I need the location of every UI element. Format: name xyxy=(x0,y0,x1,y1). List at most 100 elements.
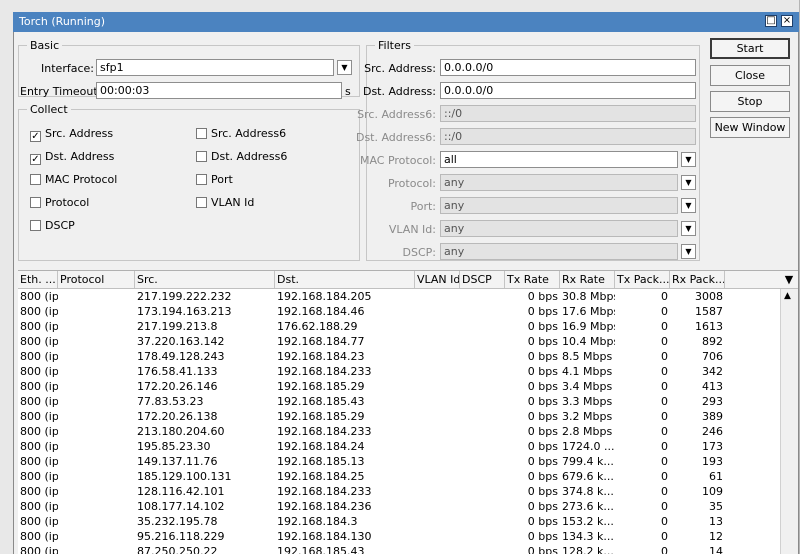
collect-src-address-checkbox[interactable]: ✓ Src. Address xyxy=(30,127,113,142)
col-src[interactable]: Src. xyxy=(135,271,275,288)
src-address-input[interactable]: 0.0.0.0/0 xyxy=(440,59,696,76)
col-dscp[interactable]: DSCP xyxy=(460,271,505,288)
cell-rx-rate: 799.4 k... xyxy=(562,455,614,468)
vlan-id-select[interactable]: any xyxy=(440,220,678,237)
table-row[interactable]: 800 (ip) 195.85.23.30 192.168.184.24 0 bps 1… xyxy=(18,439,780,454)
table-row[interactable]: 800 (ip) 173.194.163.213 192.168.184.46 0 b… xyxy=(18,304,780,319)
protocol-select[interactable]: any xyxy=(440,174,678,191)
interface-select[interactable]: sfp1 xyxy=(96,59,334,76)
cell-tx-packets: 0 xyxy=(661,500,668,513)
checkbox-empty-icon xyxy=(196,197,207,208)
cell-tx-packets: 0 xyxy=(661,410,668,423)
cell-eth: 800 (ip) xyxy=(20,455,58,468)
stop-button[interactable]: Stop xyxy=(710,91,790,112)
collect-vlan-id-checkbox[interactable]: VLAN Id xyxy=(196,196,254,209)
checkbox-label: Protocol xyxy=(45,196,90,209)
new-window-button[interactable]: New Window xyxy=(710,117,790,138)
cell-vlan xyxy=(415,364,460,379)
table-row[interactable]: 800 (ip) 217.199.213.8 176.62.188.29 0 bps 1… xyxy=(18,319,780,334)
table-row[interactable]: 800 (ip) 172.20.26.146 192.168.185.29 0 bps… xyxy=(18,379,780,394)
cell-tx-packets: 0 xyxy=(661,440,668,453)
dst-address-label: Dst. Address: xyxy=(362,85,436,98)
cell-rx-rate: 374.8 k... xyxy=(562,485,614,498)
collect-dst-address6-checkbox[interactable]: Dst. Address6 xyxy=(196,150,287,163)
table-row[interactable]: 800 (ip) 149.137.11.76 192.168.185.13 0 bps… xyxy=(18,454,780,469)
cell-vlan xyxy=(415,469,460,484)
cell-vlan xyxy=(415,304,460,319)
col-tx-rate[interactable]: Tx Rate xyxy=(505,271,560,288)
cell-tx-packets: 0 xyxy=(661,395,668,408)
table-row[interactable]: 800 (ip) 35.232.195.78 192.168.184.3 0 bps 1… xyxy=(18,514,780,529)
cell-src: 87.250.250.22 xyxy=(137,545,218,554)
checkbox-empty-icon xyxy=(196,151,207,162)
torch-window: Basic Interface: sfp1 ▼ Entry Timeout: 0… xyxy=(13,32,799,554)
protocol-dropdown-icon[interactable]: ▼ xyxy=(681,175,696,190)
cell-dst: 192.168.185.29 xyxy=(277,380,365,393)
table-row[interactable]: 800 (ip) 176.58.41.133 192.168.184.233 0 bp… xyxy=(18,364,780,379)
collect-port-checkbox[interactable]: Port xyxy=(196,173,233,186)
dscp-label: DSCP: xyxy=(402,246,436,259)
columns-menu-icon[interactable]: ▼ xyxy=(780,271,798,288)
collect-src-address6-checkbox[interactable]: Src. Address6 xyxy=(196,127,286,140)
cell-protocol xyxy=(58,439,135,454)
collect-dst-address-checkbox[interactable]: ✓ Dst. Address xyxy=(30,150,114,165)
table-row[interactable]: 800 (ip) 213.180.204.60 192.168.184.233 0 b… xyxy=(18,424,780,439)
col-eth[interactable]: Eth. ... xyxy=(18,271,58,288)
dst-address-input[interactable]: 0.0.0.0/0 xyxy=(440,82,696,99)
cell-tx-rate: 0 bps xyxy=(527,455,558,468)
table-row[interactable]: 800 (ip) 217.199.222.232 192.168.184.205 0 … xyxy=(18,289,780,304)
dscp-select[interactable]: any xyxy=(440,243,678,260)
table-row[interactable]: 800 (ip) 77.83.53.23 192.168.185.43 0 bps 3.… xyxy=(18,394,780,409)
start-button[interactable]: Start xyxy=(710,38,790,59)
col-vlan-id[interactable]: VLAN Id xyxy=(415,271,460,288)
port-select[interactable]: any xyxy=(440,197,678,214)
table-row[interactable]: 800 (ip) 185.129.100.131 192.168.184.25 0 b… xyxy=(18,469,780,484)
dst-address6-input: ::/0 xyxy=(440,128,696,145)
table-row[interactable]: 800 (ip) 37.220.163.142 192.168.184.77 0 bp… xyxy=(18,334,780,349)
cell-rx-packets: 342 xyxy=(702,365,723,378)
cell-tx-packets: 0 xyxy=(661,485,668,498)
scroll-up-icon[interactable]: ▲ xyxy=(784,291,791,301)
port-dropdown-icon[interactable]: ▼ xyxy=(681,198,696,213)
close-icon[interactable]: × xyxy=(781,15,793,27)
src-address6-label: Src. Address6: xyxy=(357,108,436,121)
cell-tx-rate: 0 bps xyxy=(527,485,558,498)
table-row[interactable]: 800 (ip) 128.116.42.101 192.168.184.233 0 b… xyxy=(18,484,780,499)
collect-dscp-checkbox[interactable]: DSCP xyxy=(30,219,75,232)
cell-dst: 192.168.184.233 xyxy=(277,485,372,498)
table-row[interactable]: 800 (ip) 87.250.250.22 192.168.185.43 0 bps… xyxy=(18,544,780,554)
col-dst[interactable]: Dst. xyxy=(275,271,415,288)
background-window-edge xyxy=(799,0,806,554)
window-titlebar[interactable]: Torch (Running) □ × xyxy=(13,12,799,32)
col-protocol[interactable]: Protocol xyxy=(58,271,135,288)
maximize-icon[interactable]: □ xyxy=(765,15,777,27)
mac-protocol-select[interactable]: all xyxy=(440,151,678,168)
cell-src: 185.129.100.131 xyxy=(137,470,232,483)
table-row[interactable]: 800 (ip) 95.216.118.229 192.168.184.130 0 b… xyxy=(18,529,780,544)
table-row[interactable]: 800 (ip) 108.177.14.102 192.168.184.236 0 b… xyxy=(18,499,780,514)
mac-protocol-dropdown-icon[interactable]: ▼ xyxy=(681,152,696,167)
cell-eth: 800 (ip) xyxy=(20,335,58,348)
cell-tx-rate: 0 bps xyxy=(527,335,558,348)
col-rx-rate[interactable]: Rx Rate xyxy=(560,271,615,288)
cell-tx-packets: 0 xyxy=(661,515,668,528)
collect-protocol-checkbox[interactable]: Protocol xyxy=(30,196,89,209)
cell-dscp xyxy=(460,454,505,469)
col-rx-packets[interactable]: Rx Pack... xyxy=(670,271,725,288)
cell-dscp xyxy=(460,514,505,529)
cell-tx-packets: 0 xyxy=(661,425,668,438)
cell-tx-rate: 0 bps xyxy=(527,365,558,378)
dscp-dropdown-icon[interactable]: ▼ xyxy=(681,244,696,259)
collect-mac-protocol-checkbox[interactable]: MAC Protocol xyxy=(30,173,117,186)
col-tx-packets[interactable]: Tx Pack... xyxy=(615,271,670,288)
interface-dropdown-icon[interactable]: ▼ xyxy=(337,60,352,75)
table-scrollbar[interactable]: ▲ xyxy=(780,289,798,554)
cell-tx-rate: 0 bps xyxy=(527,305,558,318)
vlan-id-dropdown-icon[interactable]: ▼ xyxy=(681,221,696,236)
table-row[interactable]: 800 (ip) 172.20.26.138 192.168.185.29 0 bps… xyxy=(18,409,780,424)
cell-rx-packets: 12 xyxy=(709,530,723,543)
close-button[interactable]: Close xyxy=(710,65,790,86)
entry-timeout-input[interactable]: 00:00:03 xyxy=(96,82,342,99)
checkbox-empty-icon xyxy=(196,128,207,139)
table-row[interactable]: 800 (ip) 178.49.128.243 192.168.184.23 0 bp… xyxy=(18,349,780,364)
